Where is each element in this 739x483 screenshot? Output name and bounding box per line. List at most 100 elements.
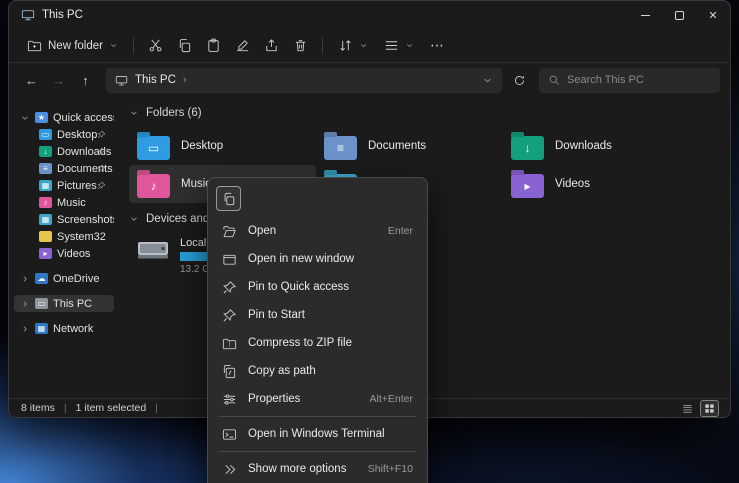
drive-icon	[137, 236, 171, 264]
sidebar-item-icon: ↓	[39, 146, 52, 157]
paste-icon	[206, 38, 221, 53]
rename-button[interactable]	[228, 33, 257, 59]
this-pc-icon	[115, 74, 128, 87]
toolbar-divider	[322, 38, 323, 54]
address-dropdown-chevron-icon[interactable]	[482, 75, 493, 86]
view-button[interactable]	[376, 34, 422, 57]
menu-item-icon	[222, 392, 237, 407]
menu-item-icon	[222, 224, 237, 239]
command-bar: New folder ⋯	[9, 29, 730, 63]
context-menu-item[interactable]: Copy as path	[213, 357, 422, 385]
sidebar-item[interactable]: ↓ Downloads	[14, 143, 114, 160]
sidebar-item-icon: ▦	[35, 323, 48, 334]
breadcrumb[interactable]: This PC	[135, 74, 176, 86]
sidebar-item[interactable]: ★ Quick access	[14, 109, 114, 126]
large-icons-view-button[interactable]	[701, 401, 718, 416]
menu-item-icon	[222, 280, 237, 295]
sidebar-item-label: OneDrive	[53, 273, 99, 285]
folder-tile[interactable]: ▸ Videos	[503, 165, 690, 203]
search-box	[539, 68, 720, 93]
sidebar-item-label: Desktop	[57, 129, 97, 141]
folder-tile[interactable]: ▭ Desktop	[129, 127, 316, 165]
context-menu-item[interactable]	[219, 451, 416, 452]
address-field[interactable]: This PC ›	[106, 68, 502, 93]
menu-item-shortcut: Shift+F10	[368, 463, 413, 475]
menu-item-icon	[222, 364, 237, 379]
close-icon: ✕	[708, 9, 717, 22]
menu-item-label: Copy as path	[248, 365, 316, 377]
maximize-icon	[675, 11, 684, 20]
sidebar-item[interactable]: System32	[14, 228, 114, 245]
delete-icon	[293, 38, 308, 53]
refresh-button[interactable]	[507, 68, 532, 93]
menu-item-label: Show more options	[248, 463, 346, 475]
pin-icon	[97, 164, 106, 173]
sidebar-item-icon: ☁	[35, 273, 48, 284]
share-button[interactable]	[257, 33, 286, 59]
this-pc-icon	[21, 8, 35, 22]
context-menu-item[interactable]: Open in Windows Terminal	[213, 420, 422, 448]
search-input[interactable]	[567, 74, 711, 86]
context-menu-item[interactable]: Pin to Start	[213, 301, 422, 329]
see-more-button[interactable]: ⋯	[422, 37, 453, 54]
pin-icon	[97, 130, 106, 139]
copy-icon-button[interactable]	[216, 186, 241, 211]
context-menu-item[interactable]: Open in new window	[213, 245, 422, 273]
sidebar-item-label: Videos	[57, 248, 90, 260]
sidebar-item[interactable]: ☁ OneDrive	[14, 270, 114, 287]
window-title: This PC	[42, 9, 83, 21]
new-folder-button[interactable]: New folder	[19, 34, 126, 57]
folder-tile[interactable]: ↓ Downloads	[503, 127, 690, 165]
back-button[interactable]: ←	[19, 68, 44, 93]
minimize-button[interactable]	[628, 1, 662, 29]
view-toggle-group	[679, 401, 718, 416]
context-menu-item[interactable]: Open Enter	[213, 217, 422, 245]
sidebar-item[interactable]: ▦ Network	[14, 320, 114, 337]
context-menu-item[interactable]	[219, 416, 416, 417]
copy-button[interactable]	[170, 33, 199, 59]
context-menu-item[interactable]: Pin to Quick access	[213, 273, 422, 301]
sidebar-item[interactable]: ▭ This PC	[14, 295, 114, 312]
folder-icon: ≡	[324, 136, 357, 160]
sidebar-chevron-icon[interactable]	[20, 299, 30, 309]
sidebar-chevron-icon[interactable]	[20, 274, 30, 284]
sort-button[interactable]	[330, 34, 376, 57]
sidebar-item-icon: ▦	[39, 180, 52, 191]
copy-icon	[222, 192, 236, 206]
menu-item-label: Compress to ZIP file	[248, 337, 352, 349]
breadcrumb-chevron-icon[interactable]: ›	[183, 74, 187, 86]
context-menu-item[interactable]: Properties Alt+Enter	[213, 385, 422, 413]
sidebar-item-label: Music	[57, 197, 86, 209]
sidebar-item-icon: ★	[35, 112, 48, 123]
toolbar-divider	[133, 38, 134, 54]
sidebar-item[interactable]: ≡ Documents	[14, 160, 114, 177]
context-menu-item[interactable]: Compress to ZIP file	[213, 329, 422, 357]
forward-button[interactable]: →	[46, 68, 71, 93]
sidebar-item-icon: ▸	[39, 248, 52, 259]
cut-button[interactable]	[141, 33, 170, 59]
paste-button[interactable]	[199, 33, 228, 59]
details-view-button[interactable]	[679, 401, 696, 416]
folder-tile[interactable]: ≡ Documents	[316, 127, 503, 165]
title-bar[interactable]: This PC ✕	[9, 1, 730, 29]
sidebar-chevron-icon[interactable]	[20, 113, 30, 123]
sidebar-item[interactable]: ♪ Music	[14, 194, 114, 211]
menu-item-icon	[222, 336, 237, 351]
sidebar-item[interactable]: ▸ Videos	[14, 245, 114, 262]
folder-icon: ▸	[511, 174, 544, 198]
section-collapse-chevron-icon[interactable]	[129, 108, 139, 118]
sidebar-item[interactable]: ▦ Screenshots	[14, 211, 114, 228]
chevron-down-icon	[359, 41, 368, 50]
sidebar-item[interactable]: ▦ Pictures	[14, 177, 114, 194]
up-button[interactable]: ↑	[73, 68, 98, 93]
delete-button[interactable]	[286, 33, 315, 59]
folders-section-header[interactable]: Folders (6)	[129, 107, 720, 119]
context-menu-item[interactable]: Show more options Shift+F10	[213, 455, 422, 483]
sidebar-item[interactable]: ▭ Desktop	[14, 126, 114, 143]
maximize-button[interactable]	[662, 1, 696, 29]
sidebar-chevron-icon[interactable]	[20, 324, 30, 334]
sidebar-item-icon	[39, 231, 52, 242]
close-button[interactable]: ✕	[696, 1, 730, 29]
section-collapse-chevron-icon[interactable]	[129, 214, 139, 224]
folder-icon: ↓	[511, 136, 544, 160]
